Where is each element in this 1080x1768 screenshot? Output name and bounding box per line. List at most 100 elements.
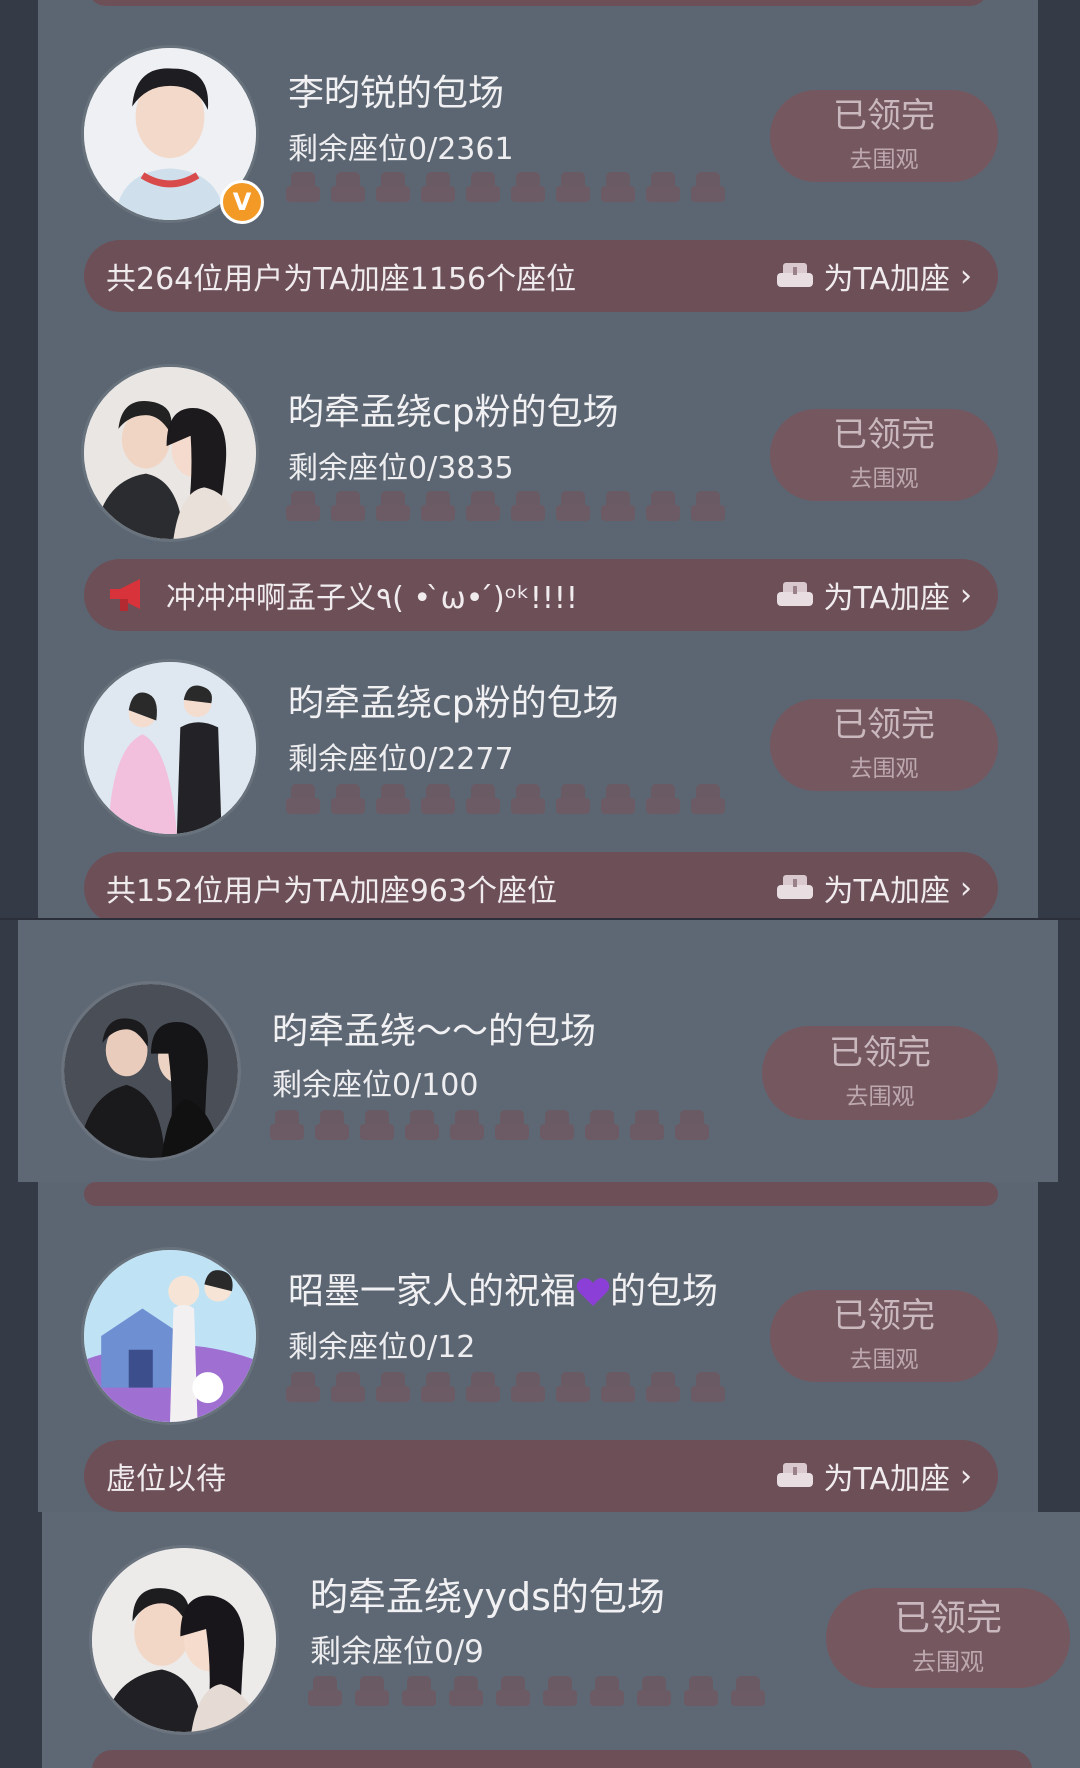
seat-icon	[495, 1110, 529, 1140]
claim-label: 已领完	[829, 1033, 931, 1074]
seat-icon	[376, 491, 410, 521]
support-bar[interactable]: 虚位以待 为TA加座 ›	[84, 1440, 998, 1512]
card-title: 昀牵孟绕cp粉的包场	[288, 392, 619, 433]
avatar-cartoon-icon	[84, 1250, 256, 1422]
support-summary: 共264位用户为TA加座1156个座位	[106, 262, 577, 297]
chevron-right-icon: ›	[960, 1458, 972, 1494]
seat-icon	[449, 1676, 483, 1706]
claimed-button[interactable]: 已领完 去围观	[762, 1026, 998, 1120]
add-seat-label: 为TA加座	[823, 581, 950, 616]
claimed-button[interactable]: 已领完 去围观	[770, 699, 998, 791]
seat-icon	[496, 1676, 530, 1706]
seat-icon	[684, 1676, 718, 1706]
avatar[interactable]	[84, 367, 256, 539]
previous-bar-peek	[88, 0, 988, 6]
seat-icon	[421, 1372, 455, 1402]
claimed-button[interactable]: 已领完 去围观	[770, 1290, 998, 1382]
support-bar[interactable]: 冲冲冲啊孟子义٩( • ̀ω• ́)ᵒᵏ!!!! 为TA加座 ›	[84, 559, 998, 631]
sofa-icon	[777, 582, 814, 606]
avatar[interactable]	[64, 984, 238, 1158]
seats-remaining: 剩余座位0/100	[272, 1068, 479, 1103]
seat-icon	[331, 172, 365, 202]
seat-icon	[691, 1372, 725, 1402]
watch-label: 去围观	[849, 1346, 919, 1373]
seat-icon	[556, 172, 590, 202]
add-seat-label: 为TA加座	[823, 262, 950, 297]
add-seat-label: 为TA加座	[823, 874, 950, 909]
seat-icon	[556, 491, 590, 521]
seat-icon	[630, 1110, 664, 1140]
panel-middle: 昀牵孟绕～～的包场 剩余座位0/100 已领完 去围观	[18, 920, 1058, 1182]
seats-remaining: 剩余座位0/9	[310, 1634, 484, 1670]
claim-label: 已领完	[893, 1597, 1002, 1639]
card-title-prefix: 昭墨一家人的祝福	[288, 1271, 577, 1312]
claimed-button[interactable]: 已领完 去围观	[770, 409, 998, 501]
avatar-couple-dark-icon	[64, 984, 238, 1158]
seats-remaining: 剩余座位0/3835	[288, 451, 514, 486]
seat-icon	[646, 491, 680, 521]
watch-label: 去围观	[845, 1083, 915, 1110]
add-seat-link[interactable]: 为TA加座 ›	[777, 1454, 972, 1498]
avatar[interactable]	[84, 662, 256, 834]
seat-icon	[421, 784, 455, 814]
avatar-illustration-icon	[84, 662, 256, 834]
support-summary: 虚位以待	[106, 1462, 226, 1497]
seat-row	[286, 784, 725, 814]
card-title: 昀牵孟绕～～的包场	[272, 1011, 597, 1052]
add-seat-link[interactable]: 为TA加座 ›	[777, 254, 972, 298]
seat-icon	[675, 1110, 709, 1140]
claimed-button[interactable]: 已领完 去围观	[826, 1588, 1070, 1688]
panel-lower: 昭墨一家人的祝福 的包场 剩余座位0/12 已领完 去围观 虚位以待 为TA加座 …	[38, 1182, 1038, 1512]
seat-icon	[331, 1372, 365, 1402]
avatar[interactable]	[92, 1548, 276, 1732]
claimed-button[interactable]: 已领完 去围观	[770, 90, 998, 182]
card-title: 昀牵孟绕yyds的包场	[310, 1575, 665, 1619]
support-summary: 共152位用户为TA加座963个座位	[106, 874, 558, 909]
sofa-icon	[777, 1463, 814, 1487]
next-bar-peek	[92, 1750, 1032, 1768]
seat-icon	[286, 491, 320, 521]
seat-icon	[601, 172, 635, 202]
add-seat-link[interactable]: 为TA加座 ›	[777, 866, 972, 910]
support-bar[interactable]: 共152位用户为TA加座963个座位 为TA加座 ›	[84, 852, 998, 924]
seat-icon	[331, 491, 365, 521]
seat-icon	[355, 1676, 389, 1706]
seat-icon	[270, 1110, 304, 1140]
seat-icon	[511, 1372, 545, 1402]
card-title: 昭墨一家人的祝福 的包场	[288, 1262, 718, 1314]
claim-label: 已领完	[833, 1296, 935, 1337]
card-title: 李昀锐的包场	[288, 73, 505, 114]
claim-label: 已领完	[833, 96, 935, 137]
seat-icon	[511, 784, 545, 814]
seat-row	[286, 172, 725, 202]
seat-icon	[421, 172, 455, 202]
add-seat-link[interactable]: 为TA加座 ›	[777, 573, 972, 617]
v-badge-icon: V	[220, 180, 264, 224]
seat-icon	[331, 784, 365, 814]
seat-icon	[511, 491, 545, 521]
seat-icon	[286, 1372, 320, 1402]
chevron-right-icon: ›	[960, 870, 972, 906]
sofa-icon	[777, 263, 814, 287]
support-message: 冲冲冲啊孟子义٩( • ̀ω• ́)ᵒᵏ!!!!	[166, 581, 578, 616]
seat-icon	[585, 1110, 619, 1140]
seat-icon	[376, 784, 410, 814]
seat-icon	[466, 784, 500, 814]
seat-icon	[540, 1110, 574, 1140]
seat-icon	[691, 172, 725, 202]
seat-icon	[286, 784, 320, 814]
seat-icon	[466, 1372, 500, 1402]
megaphone-icon	[110, 579, 140, 611]
seat-row	[308, 1676, 765, 1706]
seat-row	[270, 1110, 709, 1140]
purple-heart-icon	[576, 1278, 610, 1306]
seats-remaining: 剩余座位0/12	[288, 1330, 476, 1365]
seat-icon	[556, 1372, 590, 1402]
screenshot-collage: V 李昀锐的包场 剩余座位0/2361 已领完 去围观 共264位用户为TA加座…	[0, 0, 1080, 1768]
seat-row	[286, 491, 725, 521]
seat-icon	[731, 1676, 765, 1706]
watch-label: 去围观	[849, 465, 919, 492]
seat-icon	[646, 784, 680, 814]
support-bar[interactable]: 共264位用户为TA加座1156个座位 为TA加座 ›	[84, 240, 998, 312]
avatar[interactable]	[84, 1250, 256, 1422]
